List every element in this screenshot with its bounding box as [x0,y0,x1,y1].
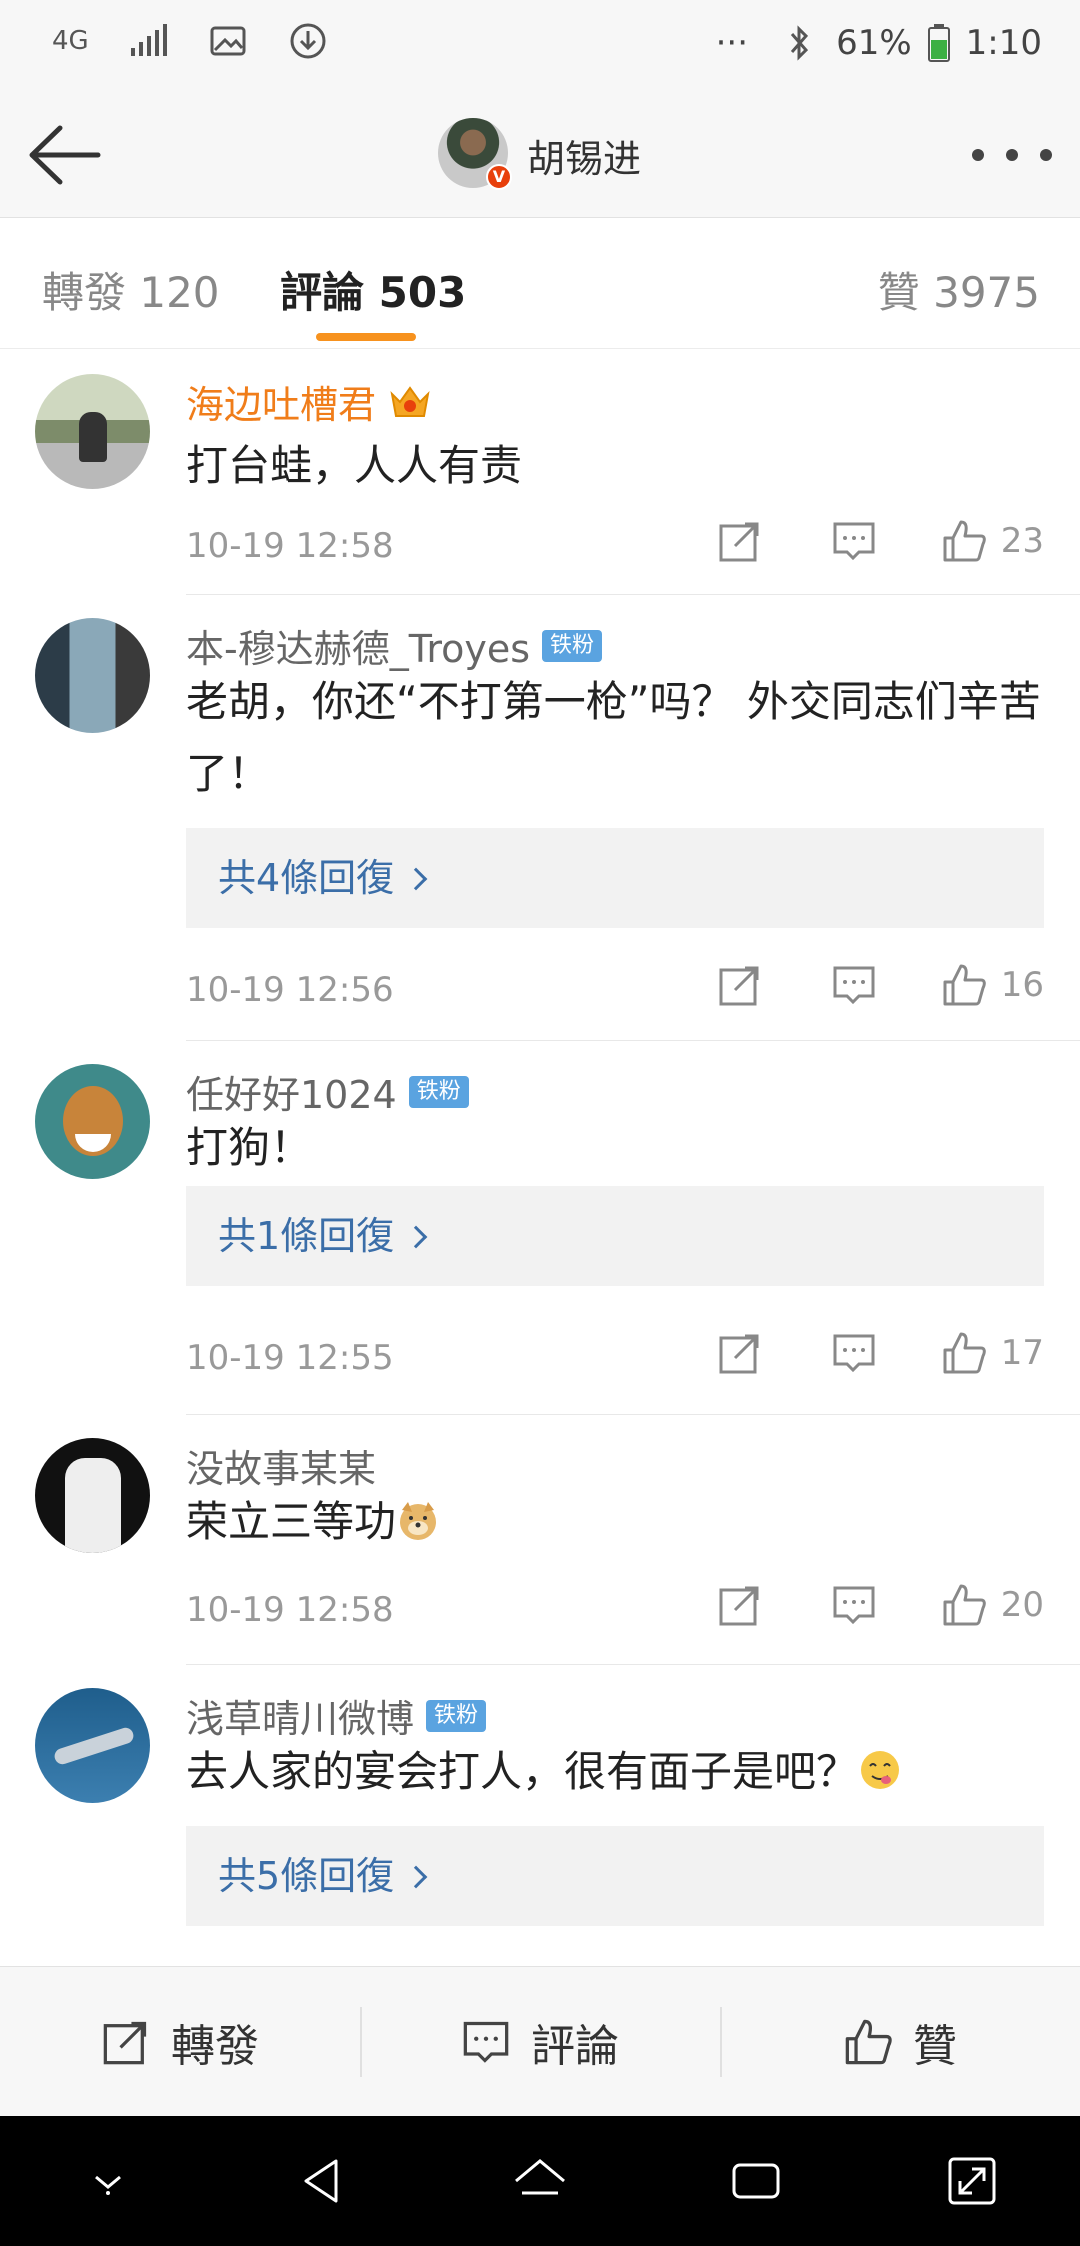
active-tab-indicator [316,333,416,341]
like-icon [845,2019,892,2064]
reply-icon[interactable] [831,1582,877,1628]
username[interactable]: 海边吐槽君 [186,374,376,429]
like-icon[interactable] [941,962,987,1008]
like-count: 20 [1000,1585,1044,1625]
top-app-bar: V 胡锡进 [0,88,1080,218]
view-replies-button[interactable]: 共5條回復 [186,1826,1044,1926]
chevron-right-icon [404,1225,428,1249]
comment-time: 10-19 12:55 [186,1338,394,1378]
share-icon[interactable] [717,1330,763,1376]
back-nav-icon[interactable] [292,2149,356,2213]
comment-item: 浅草晴川微博 铁粉 去人家的宴会打人，很有面子是吧？ 共5條回復 [0,1664,1080,1964]
replies-label: 共5條回復 [218,1854,395,1898]
share-icon [103,2021,147,2064]
comment-list: 海边吐槽君 打台蛙，人人有责 10-19 12:58 23 本-穆达赫德_Tro… [0,350,1080,1964]
view-replies-button[interactable]: 共4條回復 [186,828,1044,928]
avatar[interactable] [35,374,150,489]
bottom-action-bar: 轉發 評論 贊 [0,1966,1080,2116]
comment-text: 打狗！ [186,1123,313,1172]
comment-item: 本-穆达赫德_Troyes 铁粉 老胡，你还“不打第一枪”吗？ 外交同志们辛苦了… [0,594,1080,1041]
tab-likes[interactable]: 贊 3975 [878,259,1040,320]
avatar[interactable] [35,1438,150,1553]
comment-icon [463,2021,509,2063]
comment-item: 海边吐槽君 打台蛙，人人有责 10-19 12:58 23 [0,350,1080,595]
verified-badge: V [486,164,512,190]
comment-text-row: 去人家的宴会打人，很有面子是吧？ [186,1736,1046,1808]
comment-item: 任好好1024 铁粉 打狗！ 共1條回復 10-19 12:55 17 [0,1040,1080,1415]
like-icon[interactable] [941,1582,987,1628]
back-arrow-icon[interactable] [26,120,106,190]
like-icon[interactable] [941,518,987,564]
username[interactable]: 任好好1024 [186,1064,397,1119]
repost-label: 轉發 [171,2020,259,2072]
signal-icon [130,24,167,56]
share-icon[interactable] [717,1582,763,1628]
status-bar: 4G ··· 61% 1:10 [0,0,1080,88]
chevron-right-icon [404,867,428,891]
image-icon [210,26,246,56]
chevron-right-icon [404,1865,428,1889]
username[interactable]: 没故事某某 [186,1438,376,1493]
view-replies-button[interactable]: 共1條回復 [186,1186,1044,1286]
comment-label: 評論 [531,2020,619,2072]
more-status-icon: ··· [715,23,749,63]
replies-label: 共4條回復 [218,856,395,900]
comment-text: 老胡，你还“不打第一枪”吗？ 外交同志们辛苦了！ [186,677,1041,798]
like-count: 23 [1000,521,1044,561]
like-count: 16 [1000,965,1044,1005]
username[interactable]: 本-穆达赫德_Troyes [186,618,530,673]
collapse-icon[interactable] [76,2149,140,2213]
download-icon [290,23,326,59]
bluetooth-icon [790,25,809,61]
home-nav-icon[interactable] [508,2149,572,2213]
avatar[interactable] [35,618,150,733]
replies-label: 共1條回復 [218,1214,395,1258]
recents-nav-icon[interactable] [724,2149,788,2213]
comment-text: 打台蛙，人人有责 [186,441,523,490]
expand-icon[interactable] [940,2149,1004,2213]
reply-icon[interactable] [831,518,877,564]
tab-comments[interactable]: 評論 503 [280,259,466,320]
fan-badge: 铁粉 [408,1075,469,1108]
reply-icon[interactable] [831,962,877,1008]
reply-icon[interactable] [831,1330,877,1376]
battery-icon [927,24,950,62]
comment-text-row: 荣立三等功 [186,1486,1046,1558]
fan-badge: 铁粉 [426,1699,487,1732]
comment-item: 没故事某某 荣立三等功 10-19 12:58 20 [0,1414,1080,1665]
network-4g-icon: 4G [52,26,89,56]
doge-emoji-icon [400,1502,437,1540]
comment-text: 去人家的宴会打人，很有面子是吧？ [186,1747,859,1796]
fan-badge: 铁粉 [542,629,603,662]
comment-text: 荣立三等功 [186,1497,397,1546]
like-count: 17 [1000,1333,1044,1373]
username[interactable]: 浅草晴川微博 [186,1688,414,1743]
comment-time: 10-19 12:58 [186,526,394,566]
yummy-emoji-icon [861,1751,900,1789]
tab-bar: 轉發 120 評論 503 贊 3975 [0,219,1080,349]
comment-time: 10-19 12:58 [186,1590,394,1630]
share-icon[interactable] [717,518,763,564]
like-label: 贊 [913,2020,957,2072]
tab-reposts[interactable]: 轉發 120 [42,259,220,320]
system-nav-bar [0,2116,1080,2246]
battery-percent: 61% [836,23,912,63]
page-title[interactable]: 胡锡进 [527,128,641,183]
like-icon[interactable] [941,1330,987,1376]
comment-button[interactable]: 評論 [360,1967,720,2116]
more-options-icon[interactable] [972,140,1052,170]
comment-time: 10-19 12:56 [186,970,394,1010]
clock: 1:10 [965,23,1042,63]
avatar[interactable] [35,1064,150,1179]
share-icon[interactable] [717,962,763,1008]
repost-button[interactable]: 轉發 [0,1967,360,2116]
avatar[interactable] [35,1688,150,1803]
crown-badge-icon [390,385,430,417]
like-button[interactable]: 贊 [720,1967,1080,2116]
